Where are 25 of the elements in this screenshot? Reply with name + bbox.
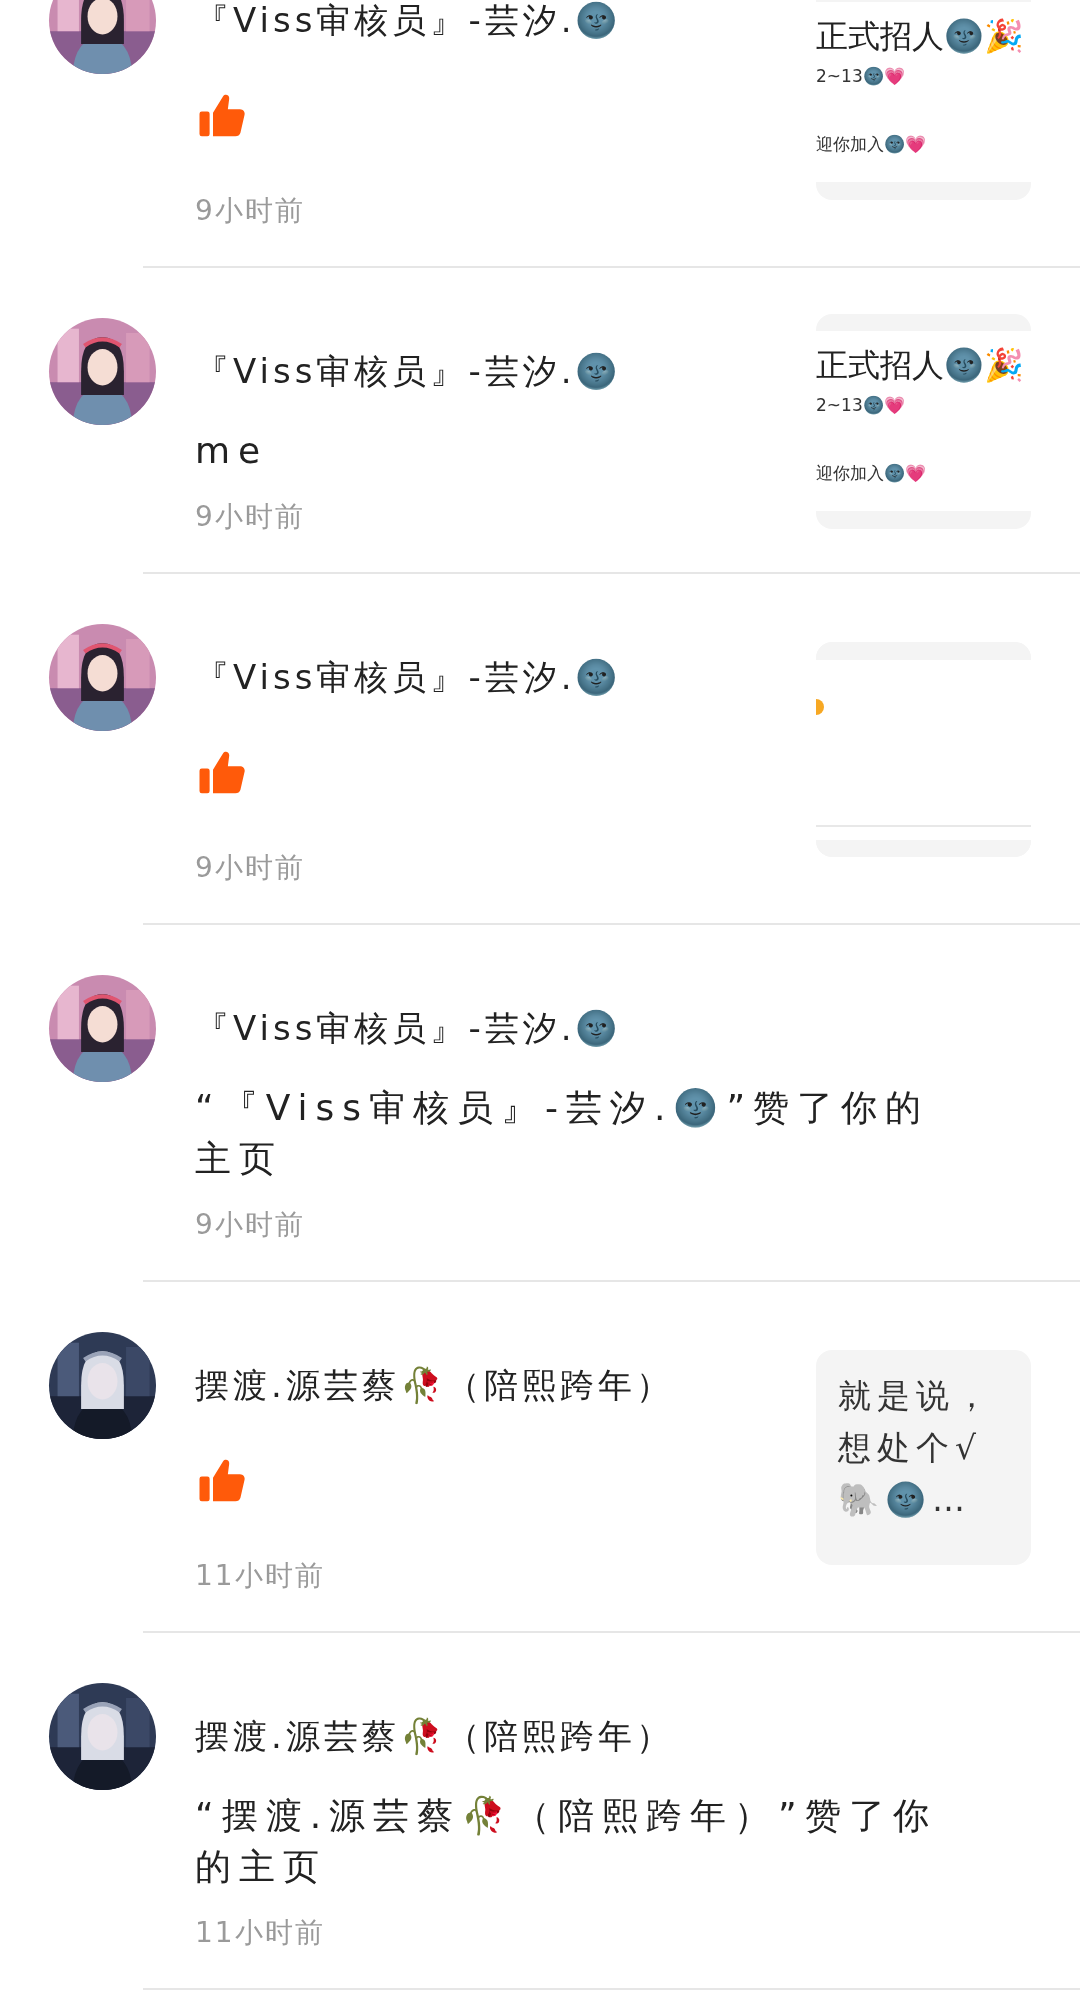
- timestamp: 9小时前: [195, 1207, 306, 1243]
- post-thumbnail[interactable]: 正式招人🌚🎉 2~13🌚💗 迎你加入🌚💗: [816, 313, 1031, 529]
- user-name[interactable]: 『Viss审核员』-芸汐.🌚: [195, 351, 816, 391]
- timestamp: 11小时前: [195, 1558, 326, 1594]
- post-title: 正式招人🌚🎉: [816, 344, 1025, 385]
- user-name[interactable]: 『Viss审核员』-芸汐.🌚: [195, 0, 816, 40]
- user-name[interactable]: 摆渡.源芸蔡🥀（陪熙跨年）: [195, 1365, 816, 1405]
- post-thumbnail[interactable]: 就是说，想处个√🐘🌚…: [816, 1350, 1031, 1565]
- user-name[interactable]: 摆渡.源芸蔡🥀（陪熙跨年）: [195, 1716, 1031, 1756]
- post-text: 迎你加入🌚💗: [816, 133, 927, 156]
- timestamp: 9小时前: [195, 850, 306, 886]
- timestamp: 9小时前: [195, 499, 306, 535]
- timestamp: 9小时前: [195, 193, 306, 229]
- post-text: 2~13🌚💗: [816, 393, 906, 417]
- notification-message: me: [195, 429, 270, 473]
- post-text: 就是说，想处个√🐘🌚…: [837, 1375, 995, 1521]
- post-text: 迎你加入🌚💗: [816, 461, 927, 485]
- notification-message: “『Viss审核员』-芸汐.🌚”赞了你的主页: [195, 1086, 931, 1181]
- post-title: 正式招人🌚🎉: [816, 16, 1025, 56]
- user-name[interactable]: 『Viss审核员』-芸汐.🌚: [195, 657, 816, 697]
- post-thumbnail[interactable]: 正式招人🌚🎉 2~13🌚💗 迎你加入🌚💗: [816, 0, 1031, 200]
- notification-message: “摆渡.源芸蔡🥀（陪熙跨年）”赞了你的主页: [195, 1794, 938, 1889]
- timestamp: 11小时前: [195, 1915, 326, 1951]
- user-name[interactable]: 『Viss审核员』-芸汐.🌚: [195, 1008, 1031, 1048]
- post-text: 2~13🌚💗: [816, 65, 906, 88]
